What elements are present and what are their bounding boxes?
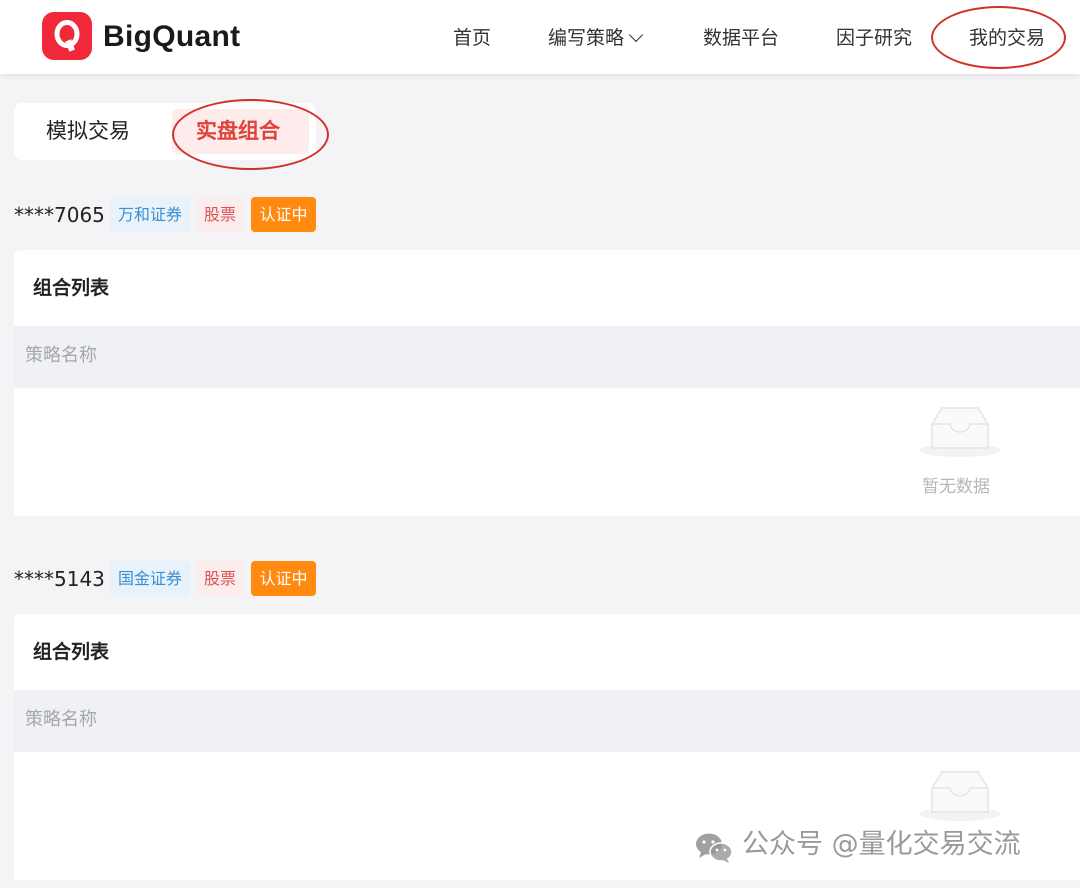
status-badge: 认证中 [251,197,316,232]
annotation-circle-nav [931,6,1066,69]
broker-badge: 国金证券 [110,561,190,596]
account-header: ****7065 万和证券 股票 认证中 [14,197,334,233]
table-header: 策略名称 [14,326,1080,388]
table-body-empty: 暂无数据 [14,388,1080,516]
broker-badge: 万和证券 [110,197,190,232]
portfolio-card-header: 组合列表 [14,614,1080,690]
nav-item-label: 编写策略 [548,27,625,49]
account-number: ****7065 [14,203,105,227]
nav-item-write-strategy[interactable]: 编写策略 [548,26,644,50]
status-badge: 认证中 [251,561,316,596]
nav-item-factor-research[interactable]: 因子研究 [836,26,912,50]
brand-name[interactable]: BigQuant [103,18,240,56]
tab-simulated-trading[interactable]: 模拟交易 [46,117,130,145]
wechat-icon [696,833,733,863]
asset-type-badge: 股票 [197,197,243,232]
watermark-text: 公众号 @量化交易交流 [742,829,1021,860]
empty-inbox-icon [920,771,1000,821]
portfolio-card-header: 组合列表 [14,250,1080,326]
asset-type-badge: 股票 [197,561,243,596]
account-number: ****5143 [14,567,105,591]
account-header: ****5143 国金证券 股票 认证中 [14,561,334,597]
top-navbar: BigQuant 首页 编写策略 数据平台 因子研究 我的交易 [0,0,1080,74]
annotation-circle-tab [172,99,329,170]
column-header-strategy-name: 策略名称 [25,345,97,366]
card-title: 组合列表 [33,641,110,663]
column-header-strategy-name: 策略名称 [25,709,97,730]
empty-inbox-icon [920,407,1000,457]
card-title: 组合列表 [33,277,110,299]
nav-item-data-platform[interactable]: 数据平台 [703,26,779,50]
table-header: 策略名称 [14,690,1080,752]
bigquant-logo-icon[interactable] [42,12,92,60]
chevron-down-icon [628,27,644,43]
empty-state-text: 暂无数据 [922,477,990,497]
nav-item-home[interactable]: 首页 [453,26,491,50]
